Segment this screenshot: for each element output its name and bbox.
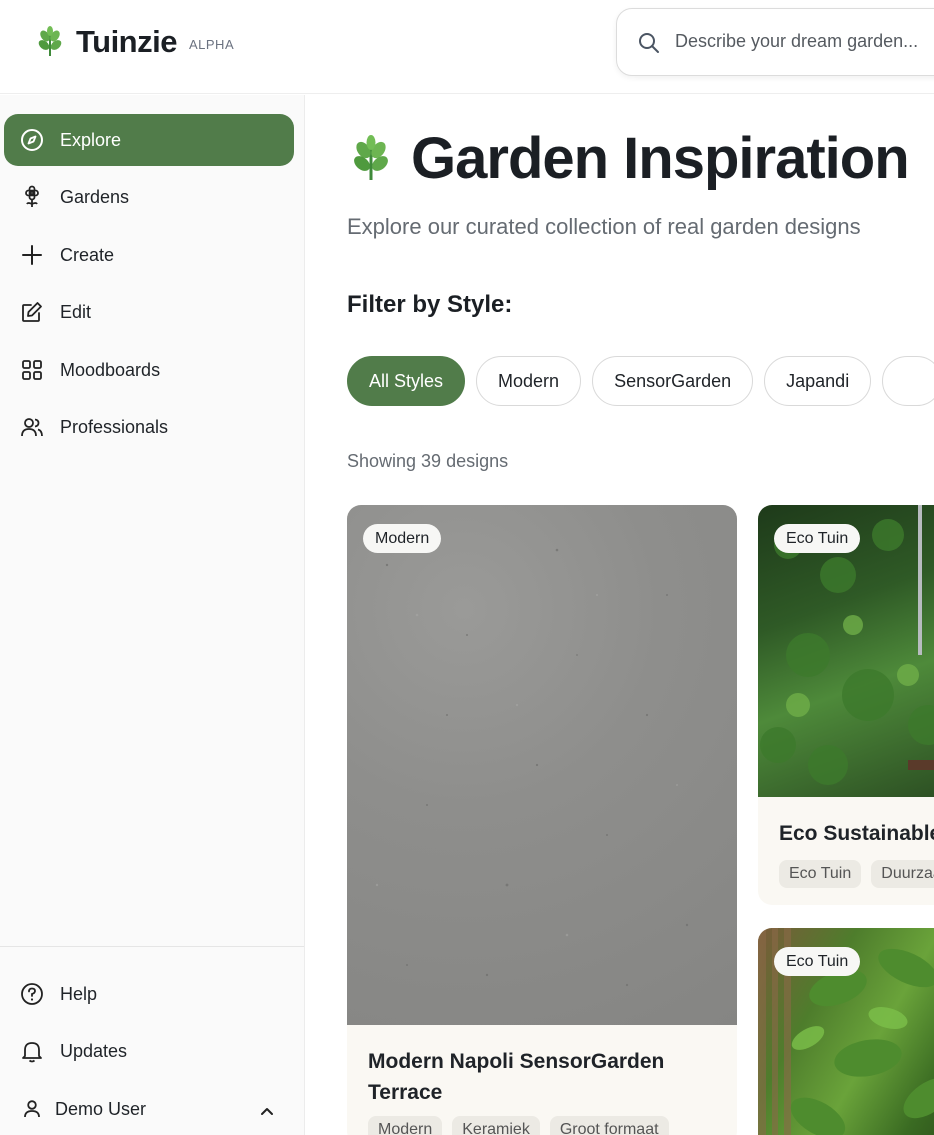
plus-icon [19,242,45,268]
leaf-icon [38,26,62,56]
card-image: Modern [347,505,737,1025]
sidebar-item-label: Updates [60,1040,128,1061]
page-subtitle: Explore our curated collection of real g… [347,214,861,239]
compass-icon [19,127,45,153]
sidebar-item-label: Help [60,983,98,1004]
card-tags: Eco Tuin Duurzaa [779,860,934,888]
style-badge: Eco Tuin [774,947,861,976]
sidebar-item-label: Moodboards [60,359,161,380]
style-filter-chips: All Styles Modern SensorGarden Japandi [347,356,934,406]
card-title: Eco Sustainable [779,822,934,845]
alpha-badge: ALPHA [188,36,235,52]
page-title: Garden Inspiration [411,126,910,191]
user-icon [19,1096,45,1122]
sidebar-item-moodboards[interactable]: Moodboards [4,344,294,396]
sidebar-item-help[interactable]: Help [4,968,294,1020]
chip-more[interactable] [882,356,934,406]
edit-icon [19,299,45,325]
top-bar: Tuinzie ALPHA [0,0,934,94]
card-tags: Modern Keramiek Groot formaat [368,1116,669,1135]
sidebar-item-professionals[interactable]: Professionals [4,401,294,453]
users-icon [19,414,45,440]
chevron-up-icon[interactable] [256,1100,278,1122]
tag: Eco Tuin [779,860,862,888]
main-content: Garden Inspiration Explore our curated c… [305,95,934,1135]
grid-icon [19,357,45,383]
sidebar-item-label: Gardens [60,186,130,207]
chip-japandi[interactable]: Japandi [764,356,872,406]
tag: Keramiek [452,1116,540,1135]
sidebar-item-label: Edit [60,301,92,322]
sidebar-item-create[interactable]: Create [4,229,294,281]
sidebar-item-explore[interactable]: Explore [4,114,294,166]
bell-icon [19,1038,45,1064]
search-input[interactable] [675,31,934,52]
design-card[interactable]: Modern Modern Napoli SensorGarden Terrac… [347,505,737,1135]
chip-sensorgarden[interactable]: SensorGarden [592,356,754,406]
user-menu[interactable]: Demo User [4,1083,294,1135]
sidebar-item-gardens[interactable]: Gardens [4,171,294,223]
sidebar-item-edit[interactable]: Edit [4,286,294,338]
sidebar-item-label: Explore [60,129,122,150]
card-image: Eco Tuin [758,928,934,1135]
tag: Modern [368,1116,443,1135]
sidebar-item-updates[interactable]: Updates [4,1025,294,1077]
leaf-icon [354,134,388,180]
results-count: Showing 39 designs [347,451,509,471]
user-name: Demo User [55,1098,147,1119]
sidebar: Explore Gardens Create Edit Moodboards P… [0,95,305,1135]
filter-label: Filter by Style: [347,291,513,318]
style-badge: Eco Tuin [774,524,861,553]
design-card[interactable]: Eco Tuin Eco Sustainable Eco Tuin Duurza… [758,505,934,905]
design-card[interactable]: Eco Tuin [758,928,934,1135]
chip-modern[interactable]: Modern [476,356,582,406]
app-name: Tuinzie [76,24,177,59]
flower-icon [19,184,45,210]
sidebar-item-label: Professionals [60,416,169,437]
search-icon [639,33,659,53]
card-image: Eco Tuin [758,505,934,797]
style-badge: Modern [363,524,442,553]
sidebar-item-label: Create [60,244,115,265]
logo[interactable]: Tuinzie ALPHA [34,24,234,60]
tag: Duurzaa [871,860,934,888]
help-icon [19,981,45,1007]
sidebar-divider [0,946,304,947]
tag: Groot formaat [549,1116,669,1135]
page-header: Garden Inspiration [347,125,910,192]
chip-all-styles[interactable]: All Styles [347,356,466,406]
search-box[interactable] [616,8,934,76]
card-title: Modern Napoli SensorGarden Terrace [368,1050,665,1104]
